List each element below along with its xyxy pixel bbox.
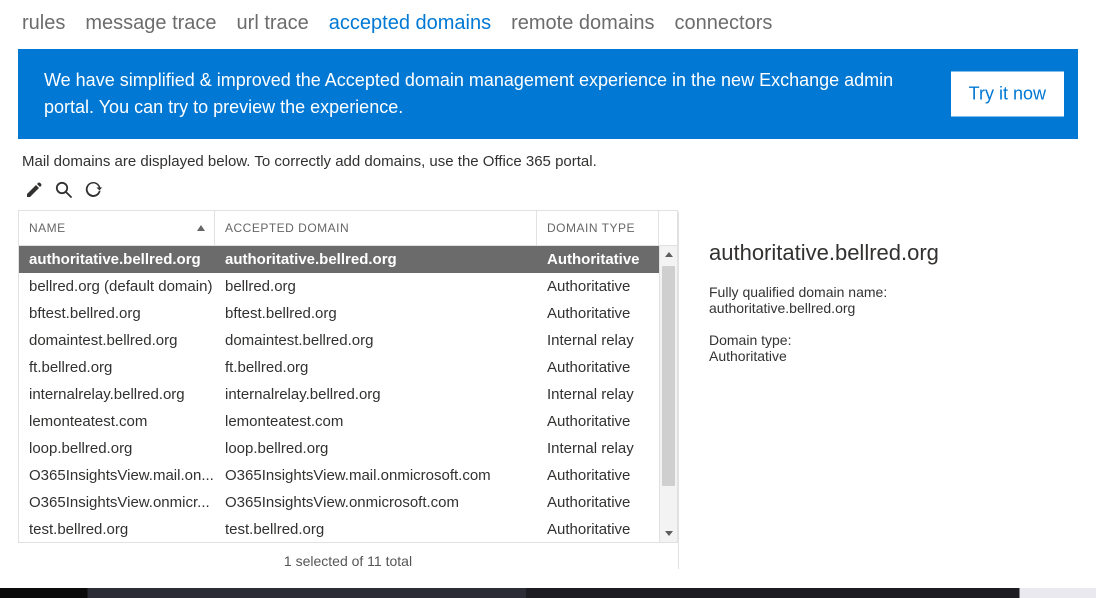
try-it-now-button[interactable]: Try it now <box>951 72 1064 117</box>
cell-name: domaintest.bellred.org <box>19 332 215 349</box>
cell-name: authoritative.bellred.org <box>19 251 215 268</box>
tab-connectors[interactable]: connectors <box>675 12 773 35</box>
tab-accepted-domains[interactable]: accepted domains <box>329 12 491 35</box>
cell-type: Authoritative <box>537 494 659 511</box>
details-title: authoritative.bellred.org <box>709 240 1076 266</box>
cell-type: Authoritative <box>537 305 659 322</box>
table-body: authoritative.bellred.orgauthoritative.b… <box>19 246 677 542</box>
table-row[interactable]: test.bellred.orgtest.bellred.orgAuthorit… <box>19 516 677 542</box>
cell-accepted: ft.bellred.org <box>215 359 537 376</box>
cell-name: loop.bellred.org <box>19 440 215 457</box>
cell-type: Authoritative <box>537 413 659 430</box>
vertical-scrollbar[interactable] <box>659 246 677 542</box>
table-row[interactable]: bftest.bellred.orgbftest.bellred.orgAuth… <box>19 300 677 327</box>
cell-accepted: bftest.bellred.org <box>215 305 537 322</box>
tab-url-trace[interactable]: url trace <box>237 12 309 35</box>
table-row[interactable]: domaintest.bellred.orgdomaintest.bellred… <box>19 327 677 354</box>
edit-icon[interactable] <box>24 180 44 200</box>
scrollbar-thumb[interactable] <box>662 266 675 486</box>
column-header-type-label: DOMAIN TYPE <box>547 221 635 235</box>
table-row[interactable]: authoritative.bellred.orgauthoritative.b… <box>19 246 677 273</box>
column-header-accepted[interactable]: ACCEPTED DOMAIN <box>215 211 537 245</box>
table-row[interactable]: O365InsightsView.mail.on...O365InsightsV… <box>19 462 677 489</box>
cell-name: internalrelay.bellred.org <box>19 386 215 403</box>
cell-accepted: O365InsightsView.onmicrosoft.com <box>215 494 537 511</box>
cell-accepted: domaintest.bellred.org <box>215 332 537 349</box>
table-row[interactable]: ft.bellred.orgft.bellred.orgAuthoritativ… <box>19 354 677 381</box>
os-taskbar <box>0 588 1096 598</box>
cell-type: Authoritative <box>537 278 659 295</box>
details-fqdn-value: authoritative.bellred.org <box>709 300 1076 316</box>
domains-table: NAME ACCEPTED DOMAIN DOMAIN TYPE authori… <box>18 210 678 569</box>
column-header-name-label: NAME <box>29 221 66 235</box>
cell-name: lemonteatest.com <box>19 413 215 430</box>
cell-name: bftest.bellred.org <box>19 305 215 322</box>
cell-type: Internal relay <box>537 440 659 457</box>
cell-accepted: authoritative.bellred.org <box>215 251 537 268</box>
column-header-type[interactable]: DOMAIN TYPE <box>537 211 659 245</box>
cell-accepted: internalrelay.bellred.org <box>215 386 537 403</box>
cell-name: ft.bellred.org <box>19 359 215 376</box>
details-type-label: Domain type: <box>709 332 1076 348</box>
scrollbar-track[interactable] <box>660 264 677 524</box>
page-description: Mail domains are displayed below. To cor… <box>0 139 1096 176</box>
scroll-down-button[interactable] <box>660 524 677 542</box>
cell-accepted: lemonteatest.com <box>215 413 537 430</box>
tab-remote-domains[interactable]: remote domains <box>511 12 654 35</box>
cell-accepted: bellred.org <box>215 278 537 295</box>
cell-name: O365InsightsView.mail.on... <box>19 467 215 484</box>
details-panel: authoritative.bellred.org Fully qualifie… <box>678 212 1096 569</box>
tab-message-trace[interactable]: message trace <box>85 12 216 35</box>
table-header: NAME ACCEPTED DOMAIN DOMAIN TYPE <box>18 210 678 246</box>
mailflow-tabs: rules message trace url trace accepted d… <box>0 0 1096 49</box>
table-row[interactable]: loop.bellred.orgloop.bellred.orgInternal… <box>19 435 677 462</box>
details-fqdn-label: Fully qualified domain name: <box>709 284 1076 300</box>
table-row[interactable]: O365InsightsView.onmicr...O365InsightsVi… <box>19 489 677 516</box>
cell-type: Authoritative <box>537 467 659 484</box>
promo-banner: We have simplified & improved the Accept… <box>18 49 1078 139</box>
toolbar <box>0 176 1096 210</box>
scroll-up-button[interactable] <box>660 246 677 264</box>
table-row[interactable]: internalrelay.bellred.orginternalrelay.b… <box>19 381 677 408</box>
cell-accepted: O365InsightsView.mail.onmicrosoft.com <box>215 467 537 484</box>
cell-accepted: test.bellred.org <box>215 521 537 538</box>
cell-name: O365InsightsView.onmicr... <box>19 494 215 511</box>
search-icon[interactable] <box>54 180 74 200</box>
details-type-value: Authoritative <box>709 348 1076 364</box>
cell-name: test.bellred.org <box>19 521 215 538</box>
selection-status: 1 selected of 11 total <box>18 543 678 569</box>
table-row[interactable]: lemonteatest.comlemonteatest.comAuthorit… <box>19 408 677 435</box>
cell-type: Authoritative <box>537 521 659 538</box>
cell-name: bellred.org (default domain) <box>19 278 215 295</box>
table-row[interactable]: bellred.org (default domain)bellred.orgA… <box>19 273 677 300</box>
column-header-accepted-label: ACCEPTED DOMAIN <box>225 221 349 235</box>
column-header-name[interactable]: NAME <box>19 211 215 245</box>
tab-rules[interactable]: rules <box>22 12 65 35</box>
cell-type: Internal relay <box>537 386 659 403</box>
cell-type: Authoritative <box>537 251 659 268</box>
promo-banner-text: We have simplified & improved the Accept… <box>44 70 893 117</box>
cell-type: Internal relay <box>537 332 659 349</box>
cell-type: Authoritative <box>537 359 659 376</box>
sort-asc-icon <box>196 223 206 233</box>
cell-accepted: loop.bellred.org <box>215 440 537 457</box>
refresh-icon[interactable] <box>84 180 104 200</box>
